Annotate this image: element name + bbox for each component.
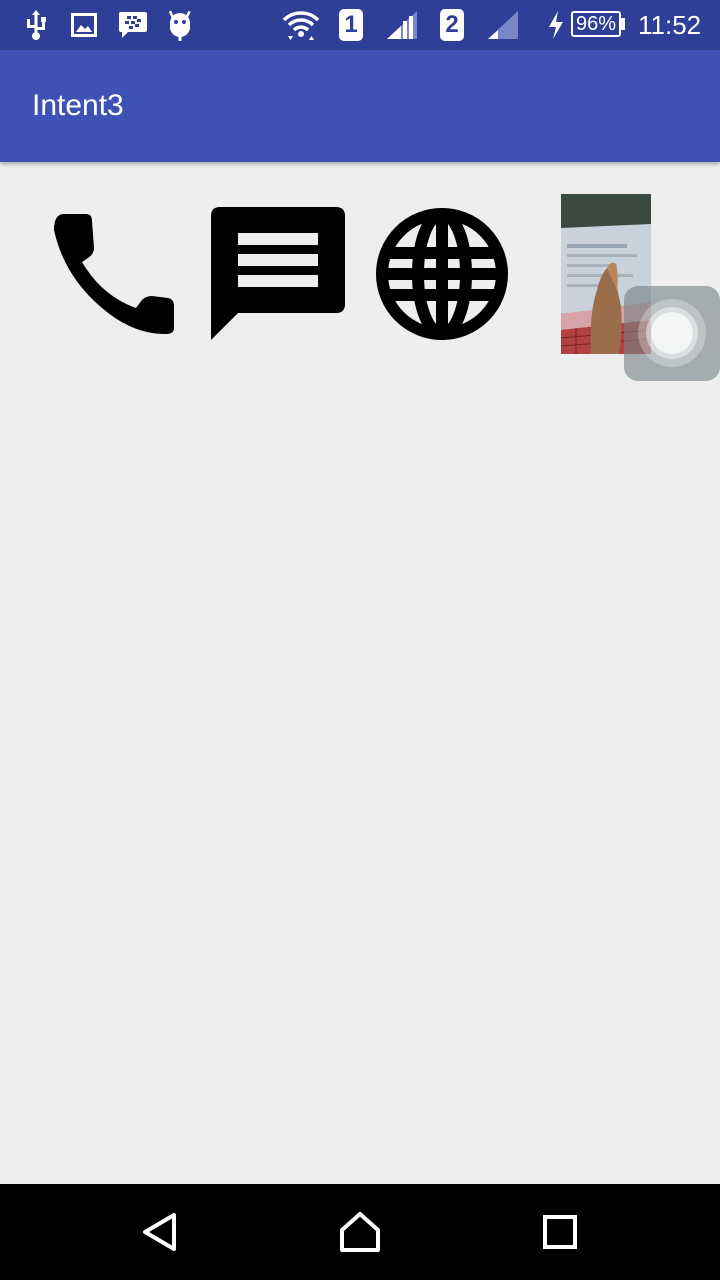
recents-icon xyxy=(543,1215,577,1249)
signal-sim1-icon xyxy=(386,9,418,41)
usb-icon xyxy=(22,9,50,41)
signal-sim2-icon xyxy=(487,9,519,41)
assistive-touch-button[interactable] xyxy=(624,286,720,381)
recents-button[interactable] xyxy=(526,1198,594,1266)
blackberry-messenger-icon xyxy=(117,9,149,41)
home-button[interactable] xyxy=(326,1198,394,1266)
app-title: Intent3 xyxy=(32,89,124,122)
sim2-badge: 2 xyxy=(440,9,464,41)
back-icon xyxy=(143,1213,176,1251)
android-debug-icon xyxy=(166,9,194,41)
phone-icon[interactable] xyxy=(52,212,176,336)
message-icon[interactable] xyxy=(210,206,346,342)
charging-bolt-icon xyxy=(546,9,566,41)
status-clock: 11:52 xyxy=(638,10,702,40)
sim1-badge: 1 xyxy=(339,9,363,41)
globe-icon[interactable] xyxy=(374,206,510,342)
wifi-icon xyxy=(281,9,321,41)
assistive-touch-core xyxy=(651,312,693,354)
navigation-bar xyxy=(0,1184,720,1280)
back-button[interactable] xyxy=(126,1198,194,1266)
image-icon xyxy=(70,9,98,41)
battery-indicator: 96% xyxy=(571,11,621,37)
battery-nub xyxy=(621,18,625,30)
home-icon xyxy=(340,1212,380,1252)
status-bar: 1 2 96% 11:52 xyxy=(0,0,720,50)
app-bar: Intent3 xyxy=(0,50,720,162)
